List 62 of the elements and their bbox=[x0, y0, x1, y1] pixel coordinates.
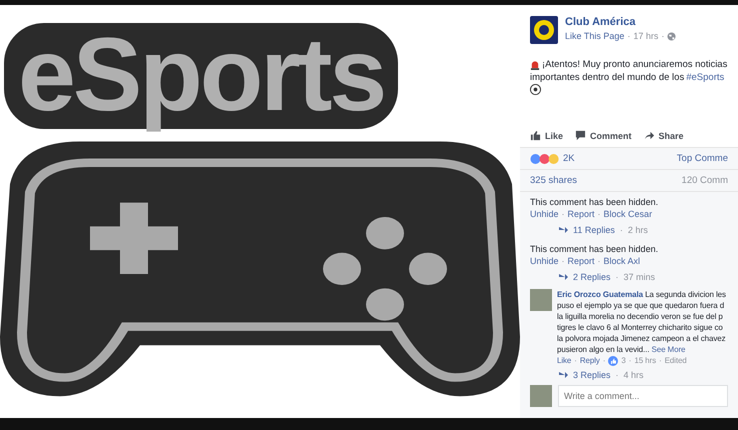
reply-time: 37 mins bbox=[624, 271, 656, 283]
like-icon bbox=[608, 356, 618, 366]
reply-arrow-icon bbox=[558, 371, 568, 379]
edited-label: Edited bbox=[664, 355, 687, 366]
separator-dot: · bbox=[562, 208, 565, 220]
reaction-icons bbox=[530, 154, 560, 164]
comment-action-link[interactable]: Unhide bbox=[530, 208, 559, 220]
avatar-photo-placeholder bbox=[530, 289, 552, 311]
comments-count: 120 Comm bbox=[682, 175, 728, 186]
thumbs-up-icon bbox=[530, 130, 541, 141]
reaction-count[interactable]: 2K bbox=[563, 153, 575, 164]
separator-dot: · bbox=[627, 31, 630, 41]
comment-action-link[interactable]: Block Cesar bbox=[604, 208, 652, 220]
comment-text: Eric Orozco Guatemala La segunda divicion les puso el ejemplo ya se que que quedaron fuera d la liguilla morelia no decendio veron se fue del p tigres le clavo 6 al Monterrey chicharito sigue co la polvora mojada Jimenez campeon a el chavez pusieron algo en la vevid... See More bbox=[557, 289, 726, 355]
reply-arrow-icon bbox=[558, 273, 568, 281]
like-button[interactable]: Like bbox=[530, 130, 564, 141]
like-count: 3 bbox=[621, 355, 626, 366]
post-time: 17 hrs bbox=[633, 31, 658, 41]
comment-action-link[interactable]: Report bbox=[568, 255, 595, 267]
separator-dot: · bbox=[616, 370, 619, 380]
post-text: ¡Atentos! Muy pronto anunciaremos noticias bbox=[542, 58, 728, 71]
comment-time: 15 hrs bbox=[634, 355, 656, 366]
hidden-comment-notice: This comment has been hidden. bbox=[530, 243, 660, 255]
see-more-link[interactable]: See More bbox=[652, 345, 686, 354]
reply-time: 4 hrs bbox=[624, 370, 644, 380]
comment-button[interactable]: Comment bbox=[575, 130, 632, 141]
separator-dot: · bbox=[658, 355, 662, 366]
club-crest-icon bbox=[530, 16, 558, 44]
hidden-comment-notice: This comment has been hidden. bbox=[530, 196, 660, 208]
comment-input-field[interactable]: Write a comment... bbox=[558, 385, 728, 407]
share-arrow-icon bbox=[644, 130, 655, 141]
separator-dot: · bbox=[598, 255, 601, 267]
separator-dot: · bbox=[598, 208, 601, 220]
separator-dot: · bbox=[616, 271, 619, 283]
comment-action-link[interactable]: Unhide bbox=[530, 255, 559, 267]
siren-icon bbox=[530, 60, 540, 70]
share-button[interactable]: Share bbox=[644, 130, 684, 141]
hashtag-link[interactable]: #eSports bbox=[686, 71, 724, 84]
separator-dot: · bbox=[602, 355, 606, 366]
separator-dot: · bbox=[562, 255, 565, 267]
soccer-ball-icon bbox=[530, 84, 541, 95]
replies-link[interactable]: 3 Replies bbox=[573, 370, 611, 380]
comment-action-link[interactable]: Block Axl bbox=[604, 255, 640, 267]
comment-action-link[interactable]: Reply bbox=[580, 355, 600, 366]
separator-dot: · bbox=[628, 355, 632, 366]
replies-link[interactable]: 11 Replies bbox=[573, 224, 615, 236]
separator-dot: · bbox=[620, 224, 623, 236]
separator-dot: · bbox=[661, 31, 664, 41]
comment-action-link[interactable]: Like bbox=[557, 355, 572, 366]
reply-time: 2 hrs bbox=[628, 224, 648, 236]
page-name-link[interactable]: Club América bbox=[565, 16, 636, 28]
separator-dot: · bbox=[574, 355, 577, 366]
top-comments-link[interactable]: Top Comme bbox=[676, 153, 728, 164]
reply-arrow-icon bbox=[558, 226, 568, 234]
post-text: importantes dentro del mundo de los bbox=[530, 71, 684, 84]
like-page-link[interactable]: Like This Page bbox=[565, 31, 624, 41]
user-photo-placeholder bbox=[530, 385, 552, 407]
replies-link[interactable]: 2 Replies bbox=[573, 271, 611, 283]
shares-link[interactable]: 325 shares bbox=[530, 175, 578, 186]
globe-icon bbox=[667, 32, 676, 40]
speech-bubble-icon bbox=[575, 130, 586, 141]
comment-action-link[interactable]: Report bbox=[568, 208, 595, 220]
